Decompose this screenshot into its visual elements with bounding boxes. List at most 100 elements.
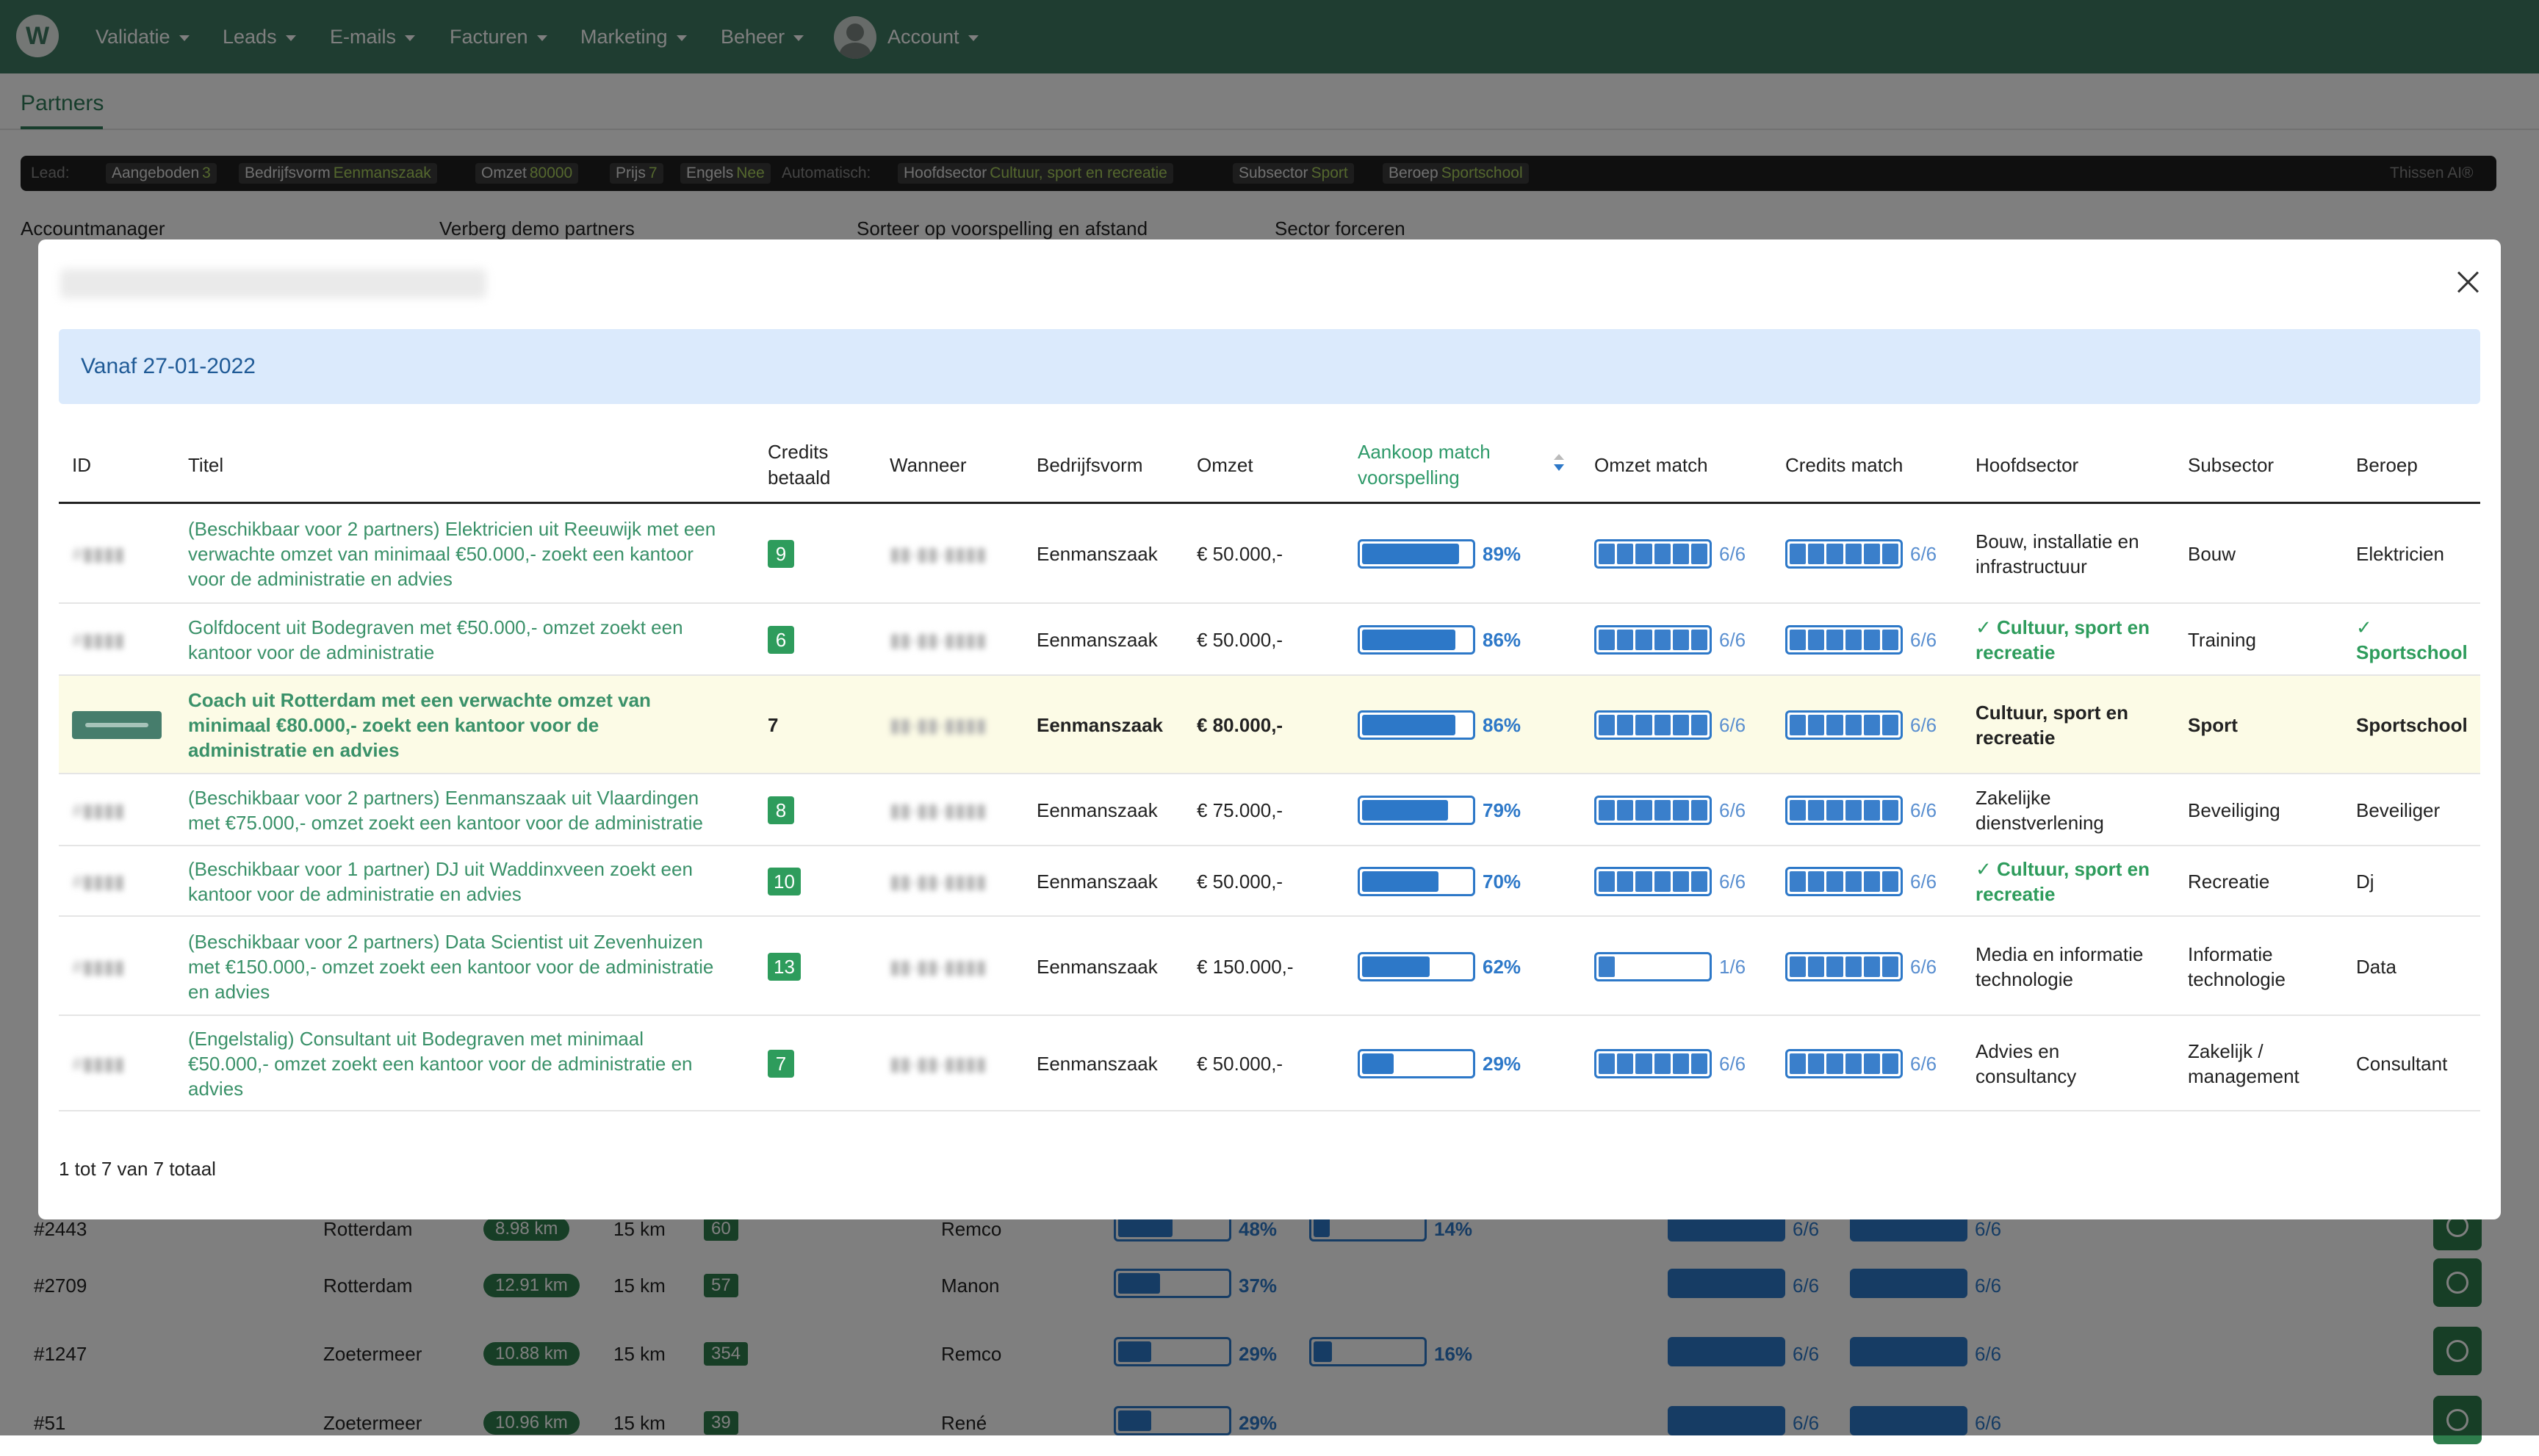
title-line[interactable]: kantoor voor de administratie en advies <box>188 882 776 907</box>
bedrijfsvorm-cell: Eenmanszaak <box>1037 871 1158 893</box>
match-bar-fill <box>1362 1053 1394 1074</box>
row-title[interactable]: Coach uit Rotterdam met een verwachte om… <box>188 688 776 763</box>
col-subsector[interactable]: Subsector <box>2188 453 2274 478</box>
match-percent: 29% <box>1483 1053 1521 1075</box>
subsector-cell: Sport <box>2188 713 2342 738</box>
credits-badge: 13 <box>768 952 801 981</box>
col-bedrijfsvorm[interactable]: Bedrijfsvorm <box>1037 453 1142 478</box>
match-bar <box>1358 539 1475 569</box>
omzet-match-segment-bar <box>1594 867 1712 896</box>
omzet-cell: € 75.000,- <box>1197 799 1283 821</box>
credits-match-segment-bar <box>1785 710 1903 740</box>
credits-match-segment-bar <box>1785 867 1903 896</box>
check-icon: ✓ <box>2356 616 2372 638</box>
segment <box>1690 544 1708 564</box>
title-line[interactable]: verwachte omzet van minimaal €50.000,- z… <box>188 541 776 566</box>
segment <box>1599 871 1616 892</box>
segment <box>1863 715 1880 735</box>
wanneer-blurred: ▮▮-▮▮-▮▮▮▮ <box>890 799 987 821</box>
col-id[interactable]: ID <box>72 453 91 478</box>
wanneer-blurred: ▮▮-▮▮-▮▮▮▮ <box>890 871 987 893</box>
col-credits-match[interactable]: Credits match <box>1785 453 1903 478</box>
subsector-cell: Beveiliging <box>2188 798 2342 823</box>
segment <box>1808 800 1825 821</box>
beroep-cell-line: Elektricien <box>2356 543 2444 565</box>
sort-desc-icon[interactable] <box>1554 454 1564 473</box>
credits-match-segment-bar <box>1785 625 1903 655</box>
segment <box>1790 800 1807 821</box>
credits-match-fraction: 6/6 <box>1910 714 1937 736</box>
row-title[interactable]: (Beschikbaar voor 2 partners) Eenmanszaa… <box>188 785 776 835</box>
beroep-cell-line: Consultant <box>2356 1053 2448 1075</box>
segment <box>1845 1053 1862 1074</box>
match-bar-fill <box>1362 715 1455 735</box>
segment <box>1790 630 1807 650</box>
table-row[interactable]: #▮▮▮▮ (Beschikbaar voor 2 partners) Elekt… <box>59 504 2480 604</box>
row-title[interactable]: (Engelstalig) Consultant uit Bodegraven … <box>188 1026 776 1101</box>
credits-cell: 7 <box>768 1050 794 1078</box>
title-line[interactable]: (Beschikbaar voor 2 partners) Eenmanszaa… <box>188 785 776 810</box>
col-omzet[interactable]: Omzet <box>1197 453 1253 478</box>
col-titel[interactable]: Titel <box>188 453 223 478</box>
table-row[interactable]: #▮▮▮▮ (Beschikbaar voor 1 partner) DJ uit… <box>59 846 2480 917</box>
title-line[interactable]: met €75.000,- omzet zoekt een kantoor vo… <box>188 810 776 835</box>
title-line[interactable]: minimaal €80.000,- zoekt een kantoor voo… <box>188 713 776 738</box>
row-title[interactable]: (Beschikbaar voor 2 partners) Elektricie… <box>188 516 776 591</box>
wanneer-blurred: ▮▮-▮▮-▮▮▮▮ <box>890 955 987 978</box>
match-percent: 79% <box>1483 799 1521 821</box>
title-line[interactable]: (Beschikbaar voor 2 partners) Data Scien… <box>188 929 776 954</box>
row-title[interactable]: (Beschikbaar voor 1 partner) DJ uit Wadd… <box>188 857 776 907</box>
table-row[interactable]: #▮▮▮▮ (Engelstalig) Consultant uit Bodegr… <box>59 1016 2480 1111</box>
close-icon[interactable] <box>2452 266 2485 298</box>
title-line[interactable]: Golfdocent uit Bodegraven met €50.000,- … <box>188 615 776 640</box>
hoofdsector-cell: Cultuur, sport en recreatie <box>1976 700 2174 750</box>
bedrijfsvorm-cell: Eenmanszaak <box>1037 799 1158 821</box>
hoofdsector-cell-line: recreatie <box>1976 641 2056 663</box>
title-line[interactable]: advies <box>188 1076 776 1101</box>
table-row[interactable]: #▮▮▮▮ Golfdocent uit Bodegraven met €50.0… <box>59 604 2480 676</box>
omzet-match-fraction: 6/6 <box>1719 871 1746 893</box>
credits-match-fraction: 6/6 <box>1910 1053 1937 1075</box>
title-line[interactable]: en advies <box>188 979 776 1004</box>
beroep-text: Sportschool <box>2356 641 2468 663</box>
col-beroep[interactable]: Beroep <box>2356 453 2418 478</box>
col-hoofdsector[interactable]: Hoofdsector <box>1976 453 2078 478</box>
col-credits[interactable]: Credits betaald <box>768 439 830 491</box>
credits-badge: 6 <box>768 626 794 654</box>
col-wanneer[interactable]: Wanneer <box>890 453 967 478</box>
segment <box>1654 630 1671 650</box>
table-row[interactable]: Coach uit Rotterdam met een verwachte om… <box>59 676 2480 774</box>
segment <box>1672 544 1689 564</box>
col-aankoop-match[interactable]: Aankoop match voorspelling <box>1358 439 1491 491</box>
omzet-match-segment-bar <box>1594 796 1712 825</box>
segment <box>1690 800 1708 821</box>
hoofdsector-cell-text: Cultuur, sport en <box>1997 616 2150 638</box>
title-line[interactable]: (Beschikbaar voor 1 partner) DJ uit Wadd… <box>188 857 776 882</box>
row-title[interactable]: Golfdocent uit Bodegraven met €50.000,- … <box>188 615 776 665</box>
title-line[interactable]: kantoor voor de administratie <box>188 640 776 665</box>
title-line[interactable]: met €150.000,- omzet zoekt een kantoor v… <box>188 954 776 979</box>
title-line[interactable]: (Beschikbaar voor 2 partners) Elektricie… <box>188 516 776 541</box>
segment <box>1845 715 1862 735</box>
credits-cell: 7 <box>768 714 779 736</box>
title-line[interactable]: €50.000,- omzet zoekt een kantoor voor d… <box>188 1051 776 1076</box>
title-line[interactable]: (Engelstalig) Consultant uit Bodegraven … <box>188 1026 776 1051</box>
segment <box>1826 1053 1843 1074</box>
hoofdsector-cell: ✓ Cultuur, sport en recreatie <box>1976 857 2174 907</box>
segment <box>1672 800 1689 821</box>
title-line[interactable]: voor de administratie en advies <box>188 566 776 591</box>
table-row[interactable]: #▮▮▮▮ (Beschikbaar voor 2 partners) Data … <box>59 917 2480 1016</box>
segment <box>1808 544 1825 564</box>
omzet-match-segment-bar <box>1594 951 1712 981</box>
segment <box>1826 956 1843 977</box>
row-title[interactable]: (Beschikbaar voor 2 partners) Data Scien… <box>188 929 776 1004</box>
segment <box>1863 871 1880 892</box>
table-row[interactable]: #▮▮▮▮ (Beschikbaar voor 2 partners) Eenma… <box>59 774 2480 846</box>
title-line[interactable]: administratie en advies <box>188 738 776 763</box>
match-percent: 89% <box>1483 543 1521 565</box>
title-line[interactable]: Coach uit Rotterdam met een verwachte om… <box>188 688 776 713</box>
hoofdsector-cell-line: recreatie <box>1976 727 2056 749</box>
col-omzet-match[interactable]: Omzet match <box>1594 453 1708 478</box>
row-id-blurred: #▮▮▮▮ <box>72 955 125 978</box>
row-id-blurred: #▮▮▮▮ <box>72 543 125 565</box>
